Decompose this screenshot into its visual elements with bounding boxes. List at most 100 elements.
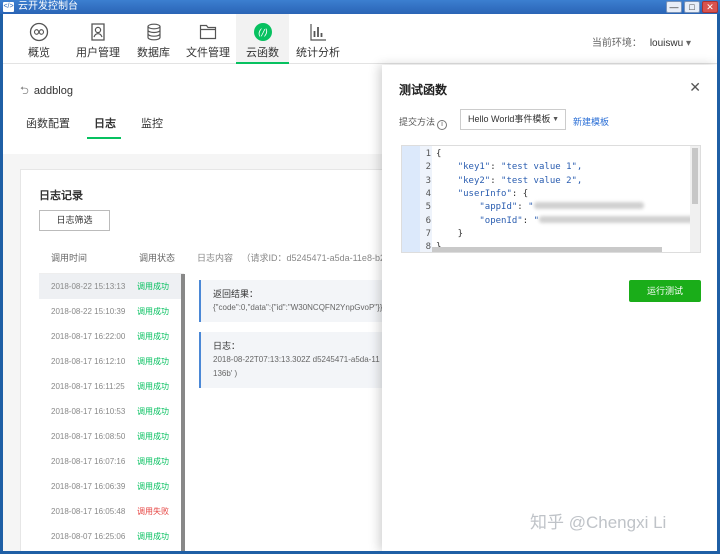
environment-selector[interactable]: 当前环境： louiswu ▾ — [592, 34, 691, 49]
nav-item-overview[interactable]: 概览 — [14, 14, 64, 64]
log-row[interactable]: 2018-08-17 16:06:39 调用成功 — [39, 474, 184, 499]
log-row[interactable]: 2018-08-22 15:10:39 调用成功 — [39, 299, 184, 324]
code-value: " — [528, 202, 534, 213]
log-row[interactable]: 2018-08-17 16:08:50 调用成功 — [39, 424, 184, 449]
log-row-status: 调用成功 — [137, 407, 169, 416]
col-call-status: 调用状态 — [139, 253, 176, 263]
nav-item-statistics[interactable]: 统计分析 — [293, 14, 343, 64]
log-row[interactable]: 2018-08-07 16:24:59 调用成功 — [39, 549, 184, 551]
code-line: "key1": "test value 1", — [436, 162, 583, 173]
log-row-status: 调用成功 — [137, 357, 169, 366]
log-row-time: 2018-08-22 15:13:13 — [51, 282, 126, 291]
line-number: 3 — [425, 175, 431, 186]
log-row[interactable]: 2018-08-22 15:13:13 调用成功 — [39, 274, 184, 299]
run-test-button[interactable]: 运行测试 — [629, 280, 701, 302]
function-name: addblog — [33, 85, 73, 97]
code-line: "userInfo": { — [436, 189, 528, 199]
log-row[interactable]: 2018-08-07 16:25:06 调用成功 — [39, 524, 184, 549]
log-row-time: 2018-08-17 16:10:53 — [51, 407, 126, 416]
template-select[interactable]: Hello World事件模板 ▼ — [460, 109, 566, 130]
minimize-button[interactable]: — — [666, 1, 682, 13]
tab-function-config[interactable]: 函数配置 — [26, 115, 70, 131]
log-records-title: 日志记录 — [39, 190, 83, 202]
log-row[interactable]: 2018-08-17 16:12:10 调用成功 — [39, 349, 184, 374]
log-row-status: 调用成功 — [137, 549, 169, 551]
code-line: { — [436, 149, 441, 159]
chevron-down-icon: ▾ — [685, 38, 691, 49]
line-number: 8 — [425, 242, 431, 253]
log-row-status: 调用成功 — [137, 332, 169, 341]
log-row-status: 调用成功 — [137, 382, 169, 391]
log-output-line: 2018-08-22T07:13:13.302Z d5245471-a5da-1… — [213, 355, 380, 364]
log-row-time: 2018-08-07 16:25:06 — [51, 532, 126, 541]
log-row-status: 调用成功 — [137, 532, 169, 541]
nav-label: 概览 — [28, 47, 50, 59]
code-value: "test value 1", — [501, 162, 583, 173]
nav-label: 云函数 — [246, 47, 279, 59]
tab-monitoring[interactable]: 监控 — [141, 115, 163, 131]
log-row-status: 调用成功 — [137, 482, 169, 491]
code-key: "openId" — [479, 215, 523, 226]
log-output-label: 日志： — [213, 341, 241, 351]
code-token: { — [436, 149, 442, 159]
close-icon[interactable]: ✕ — [689, 79, 701, 96]
request-id: （请求ID：d5245471-a5da-11e8-b250- — [241, 253, 387, 263]
folder-icon — [199, 24, 217, 40]
back-link[interactable]: ⮌ addblog — [20, 82, 73, 101]
nav-item-users[interactable]: 用户管理 — [69, 14, 127, 64]
log-row-time: 2018-08-17 16:05:48 — [51, 507, 126, 516]
code-key: "userInfo" — [457, 188, 512, 199]
log-row[interactable]: 2018-08-17 16:11:25 调用成功 — [39, 374, 184, 399]
users-icon — [91, 23, 105, 41]
code-key: "key1" — [457, 162, 491, 173]
nav-item-files[interactable]: 文件管理 — [183, 14, 233, 64]
main-nav: 概览 用户管理 数据库 文件管理 (/) 云函数 统计分析 当前环境： louis… — [3, 14, 717, 64]
function-icon: (/) — [253, 23, 272, 41]
maximize-button[interactable]: □ — [684, 1, 700, 13]
log-list-scrollbar[interactable] — [181, 274, 185, 551]
nav-item-cloud-functions[interactable]: (/) 云函数 — [236, 14, 289, 64]
log-output-box: 日志： 2018-08-22T07:13:13.302Z d5245471-a5… — [199, 332, 389, 388]
redacted-value — [533, 202, 644, 210]
log-row-status: 调用成功 — [137, 282, 169, 291]
test-function-panel: 测试函数 ✕ 提交方法 i Hello World事件模板 ▼ 新建模板 1 {2 … — [382, 65, 717, 551]
log-row-status: 调用失败 — [137, 507, 169, 516]
return-result-label: 返回结果： — [213, 289, 259, 299]
code-line: "key2": "test value 2", — [436, 175, 583, 186]
log-content-header: 日志内容 （请求ID：d5245471-a5da-11e8-b250- — [197, 242, 387, 274]
log-row-time: 2018-08-17 16:06:39 — [51, 482, 126, 491]
infinity-icon — [29, 22, 49, 42]
editor-vertical-scrollbar[interactable] — [690, 146, 700, 252]
tab-logs[interactable]: 日志 — [94, 115, 116, 131]
watermark: 知乎 @Chengxi Li — [530, 513, 667, 532]
col-call-time: 调用时间 — [51, 253, 88, 263]
log-row[interactable]: 2018-08-17 16:22:00 调用成功 — [39, 324, 184, 349]
log-row[interactable]: 2018-08-17 16:05:48 调用失败 — [39, 499, 184, 524]
env-value: louiswu — [649, 38, 684, 49]
nav-item-database[interactable]: 数据库 — [131, 14, 176, 64]
return-result-value: {"code":0,"data":{"id":"W30NCQFN2YnpGvoP… — [213, 303, 383, 312]
template-select-value: Hello World事件模板 — [468, 114, 551, 124]
app-code-icon: </> — [3, 2, 14, 12]
log-row-time: 2018-08-22 15:10:39 — [51, 307, 126, 316]
code-value: { — [522, 188, 529, 199]
caret-down-icon: ▼ — [552, 116, 559, 123]
log-row-time: 2018-08-17 16:08:50 — [51, 432, 126, 441]
log-row-time: 2018-08-17 16:07:16 — [51, 457, 126, 466]
nav-label: 统计分析 — [296, 47, 340, 59]
close-window-button[interactable]: ✕ — [702, 1, 718, 13]
code-editor[interactable]: 1 {2 "key1": "test value 1", 3 "key2": "te… — [401, 145, 701, 253]
log-row[interactable]: 2018-08-17 16:10:53 调用成功 — [39, 399, 184, 424]
log-row-status: 调用成功 — [137, 432, 169, 441]
new-template-link[interactable]: 新建模板 — [573, 115, 609, 128]
window-controls: — □ ✕ — [666, 1, 718, 13]
info-icon[interactable]: i — [437, 120, 448, 130]
code-value: "test value 2", — [501, 175, 583, 186]
redacted-value — [538, 215, 694, 223]
log-row[interactable]: 2018-08-17 16:07:16 调用成功 — [39, 449, 184, 474]
log-filter-button[interactable]: 日志筛选 — [39, 210, 110, 231]
editor-horizontal-scrollbar[interactable] — [432, 247, 662, 252]
